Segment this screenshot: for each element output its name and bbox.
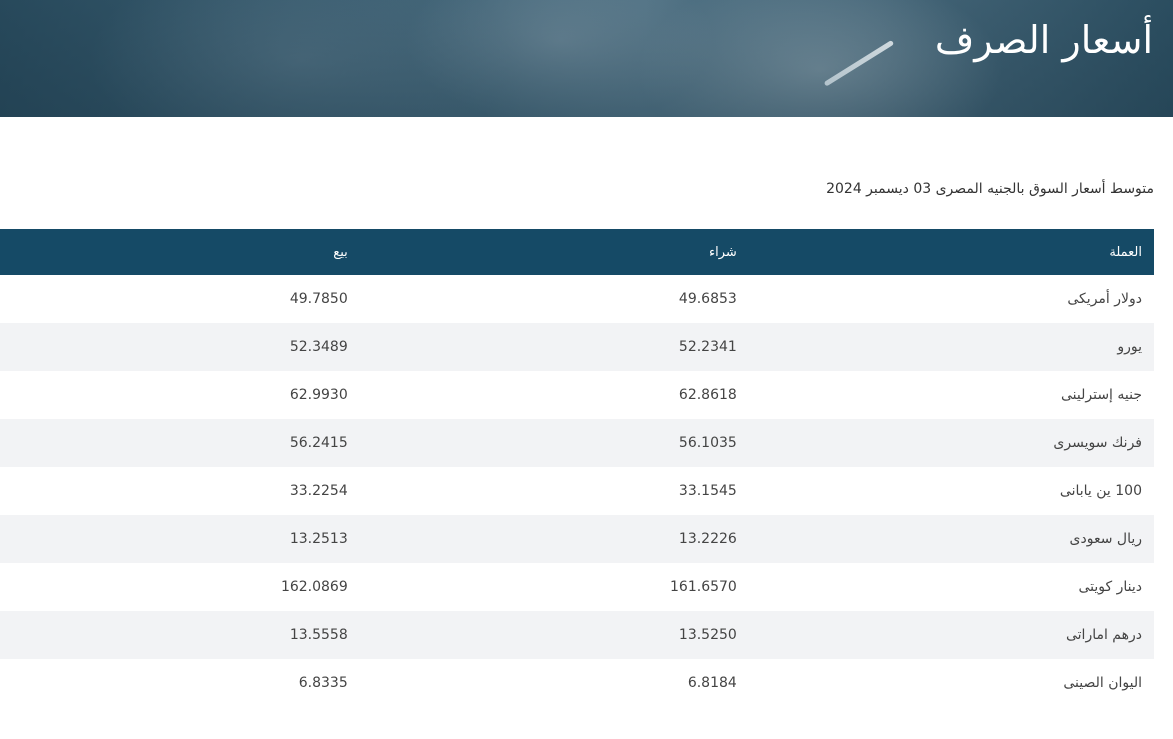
sell-rate: 56.2415: [289, 435, 348, 451]
table-row: دينار كويتى 161.6570 162.0869: [0, 563, 1154, 611]
table-row: اليوان الصينى 6.8184 6.8335: [0, 659, 1154, 707]
table-row: فرنك سويسرى 56.1035 56.2415: [0, 419, 1154, 467]
buy-rate: 13.2226: [678, 531, 737, 547]
sell-rate: 13.2513: [289, 531, 348, 547]
sell-rate: 6.8335: [298, 675, 348, 691]
currency-name: اليوان الصينى: [1063, 675, 1142, 691]
column-header-sell: بيع: [333, 244, 348, 260]
sell-rate: 62.9930: [289, 387, 348, 403]
column-header-currency: العملة: [1109, 244, 1142, 260]
table-row: 100 ين يابانى 33.1545 33.2254: [0, 467, 1154, 515]
sell-rate: 52.3489: [289, 339, 348, 355]
hero-banner: أسعار الصرف: [0, 0, 1173, 117]
currency-name: ريال سعودى: [1069, 531, 1142, 547]
buy-rate: 62.8618: [678, 387, 737, 403]
currency-name: فرنك سويسرى: [1053, 435, 1142, 451]
currency-name: جنيه إسترلينى: [1060, 387, 1142, 403]
page-title: أسعار الصرف: [934, 18, 1153, 62]
buy-rate: 13.5250: [678, 627, 737, 643]
table-header-row: العملة شراء بيع: [0, 229, 1154, 275]
exchange-rates-table: العملة شراء بيع دولار أمريكى 49.6853 49.…: [0, 229, 1154, 707]
buy-rate: 56.1035: [678, 435, 737, 451]
sell-rate: 162.0869: [280, 579, 348, 595]
buy-rate: 52.2341: [678, 339, 737, 355]
currency-name: دينار كويتى: [1078, 579, 1142, 595]
table-row: درهم اماراتى 13.5250 13.5558: [0, 611, 1154, 659]
currency-name: 100 ين يابانى: [1059, 483, 1142, 499]
sell-rate: 49.7850: [289, 291, 348, 307]
table-row: يورو 52.2341 52.3489: [0, 323, 1154, 371]
buy-rate: 49.6853: [678, 291, 737, 307]
currency-name: يورو: [1117, 339, 1142, 355]
buy-rate: 6.8184: [687, 675, 737, 691]
currency-name: درهم اماراتى: [1065, 627, 1142, 643]
sell-rate: 13.5558: [289, 627, 348, 643]
table-row: جنيه إسترلينى 62.8618 62.9930: [0, 371, 1154, 419]
buy-rate: 161.6570: [670, 579, 737, 595]
currency-name: دولار أمريكى: [1067, 291, 1142, 307]
sell-rate: 33.2254: [289, 483, 348, 499]
buy-rate: 33.1545: [678, 483, 737, 499]
table-row: ريال سعودى 13.2226 13.2513: [0, 515, 1154, 563]
table-row: دولار أمريكى 49.6853 49.7850: [0, 275, 1154, 323]
rates-date-subtitle: متوسط أسعار السوق بالجنيه المصرى 03 ديسم…: [826, 181, 1154, 197]
column-header-buy: شراء: [709, 244, 737, 260]
